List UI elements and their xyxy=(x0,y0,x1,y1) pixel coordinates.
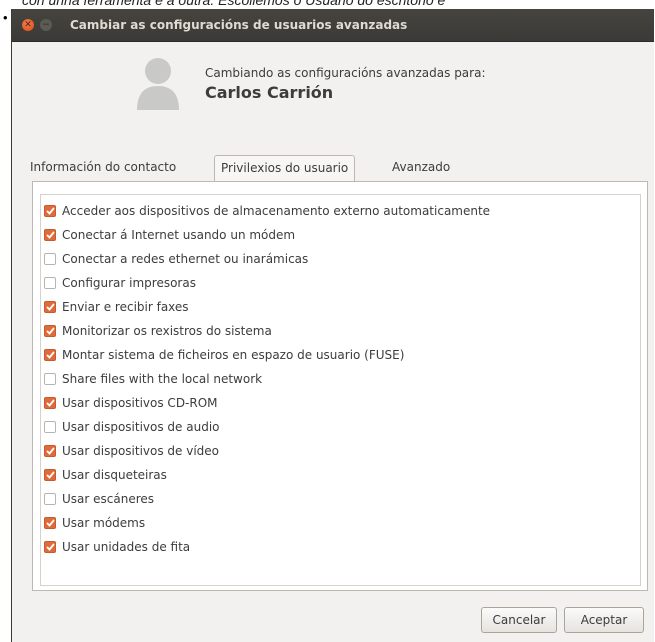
checkbox-unchecked-icon[interactable] xyxy=(44,277,56,289)
tab-contact-info[interactable]: Información do contacto xyxy=(24,155,182,180)
list-bullet: • xyxy=(3,10,8,25)
privilege-label: Usar unidades de fita xyxy=(62,540,191,554)
privilege-checkbox-row[interactable]: Conectar a redes ethernet ou inarámicas xyxy=(44,249,308,269)
privilege-checkbox-row[interactable]: Montar sistema de ficheiros en espazo de… xyxy=(44,345,404,365)
checkbox-unchecked-icon[interactable] xyxy=(44,421,56,433)
privilege-checkbox-row[interactable]: Share files with the local network xyxy=(44,369,262,389)
checkbox-unchecked-icon[interactable] xyxy=(44,373,56,385)
header-subtitle: Cambiando as configuracións avanzadas pa… xyxy=(205,66,486,80)
user-avatar-icon xyxy=(134,54,182,112)
page-caption: con unha ferramenta e a outra. Escollemo… xyxy=(22,0,446,8)
privilege-label: Acceder aos dispositivos de almacenament… xyxy=(62,204,491,218)
privilege-checkbox-row[interactable]: Usar unidades de fita xyxy=(44,537,190,557)
privileges-panel: Acceder aos dispositivos de almacenament… xyxy=(32,181,648,591)
checkbox-checked-icon[interactable] xyxy=(44,397,56,409)
privilege-checkbox-row[interactable]: Usar módems xyxy=(44,513,145,533)
window-title: Cambiar as configuracións de usuarios av… xyxy=(70,18,408,32)
privilege-label: Usar dispositivos CD-ROM xyxy=(62,396,218,410)
checkbox-checked-icon[interactable] xyxy=(44,325,56,337)
checkbox-unchecked-icon[interactable] xyxy=(44,253,56,265)
tab-user-privileges[interactable]: Privilexios do usuario xyxy=(214,155,356,182)
privilege-checkbox-row[interactable]: Usar dispositivos de audio xyxy=(44,417,220,437)
checkbox-checked-icon[interactable] xyxy=(44,205,56,217)
privilege-label: Enviar e recibir faxes xyxy=(62,300,189,314)
checkbox-checked-icon[interactable] xyxy=(44,445,56,457)
privilege-checkbox-row[interactable]: Usar dispositivos CD-ROM xyxy=(44,393,218,413)
checkbox-checked-icon[interactable] xyxy=(44,229,56,241)
privilege-label: Share files with the local network xyxy=(62,372,263,386)
checkbox-checked-icon[interactable] xyxy=(44,349,56,361)
privilege-label: Conectar á Internet usando un módem xyxy=(62,228,296,242)
privilege-checkbox-row[interactable]: Usar dispositivos de vídeo xyxy=(44,441,219,461)
privilege-label: Usar escáneres xyxy=(62,492,155,506)
checkbox-checked-icon[interactable] xyxy=(44,541,56,553)
privilege-checkbox-row[interactable]: Monitorizar os rexistros do sistema xyxy=(44,321,272,341)
accept-button[interactable]: Aceptar xyxy=(564,607,644,633)
privilege-label: Conectar a redes ethernet ou inarámicas xyxy=(62,252,309,266)
privilege-label: Monitorizar os rexistros do sistema xyxy=(62,324,272,338)
privilege-checkbox-row[interactable]: Usar escáneres xyxy=(44,489,154,509)
privilege-label: Montar sistema de ficheiros en espazo de… xyxy=(62,348,405,362)
tab-advanced[interactable]: Avanzado xyxy=(386,155,456,180)
cancel-button[interactable]: Cancelar xyxy=(481,607,557,633)
checkbox-checked-icon[interactable] xyxy=(44,301,56,313)
user-name: Carlos Carrión xyxy=(205,83,334,102)
privilege-label: Configurar impresoras xyxy=(62,276,196,290)
privilege-checkbox-row[interactable]: Enviar e recibir faxes xyxy=(44,297,189,317)
checkbox-checked-icon[interactable] xyxy=(44,469,56,481)
privilege-label: Usar módems xyxy=(62,516,146,530)
minimize-window-button[interactable]: − xyxy=(40,19,52,31)
privilege-label: Usar disqueteiras xyxy=(62,468,167,482)
privilege-checkbox-row[interactable]: Conectar á Internet usando un módem xyxy=(44,225,295,245)
privilege-checkbox-row[interactable]: Configurar impresoras xyxy=(44,273,196,293)
settings-dialog: ✕ − Cambiar as configuracións de usuario… xyxy=(11,9,654,642)
privilege-label: Usar dispositivos de vídeo xyxy=(62,444,220,458)
privilege-label: Usar dispositivos de audio xyxy=(62,420,220,434)
title-bar: ✕ − Cambiar as configuracións de usuario… xyxy=(12,9,654,42)
privilege-checkbox-row[interactable]: Usar disqueteiras xyxy=(44,465,167,485)
checkbox-checked-icon[interactable] xyxy=(44,517,56,529)
privileges-list: Acceder aos dispositivos de almacenament… xyxy=(40,194,641,586)
checkbox-unchecked-icon[interactable] xyxy=(44,493,56,505)
close-window-button[interactable]: ✕ xyxy=(22,19,34,31)
privilege-checkbox-row[interactable]: Acceder aos dispositivos de almacenament… xyxy=(44,201,490,221)
